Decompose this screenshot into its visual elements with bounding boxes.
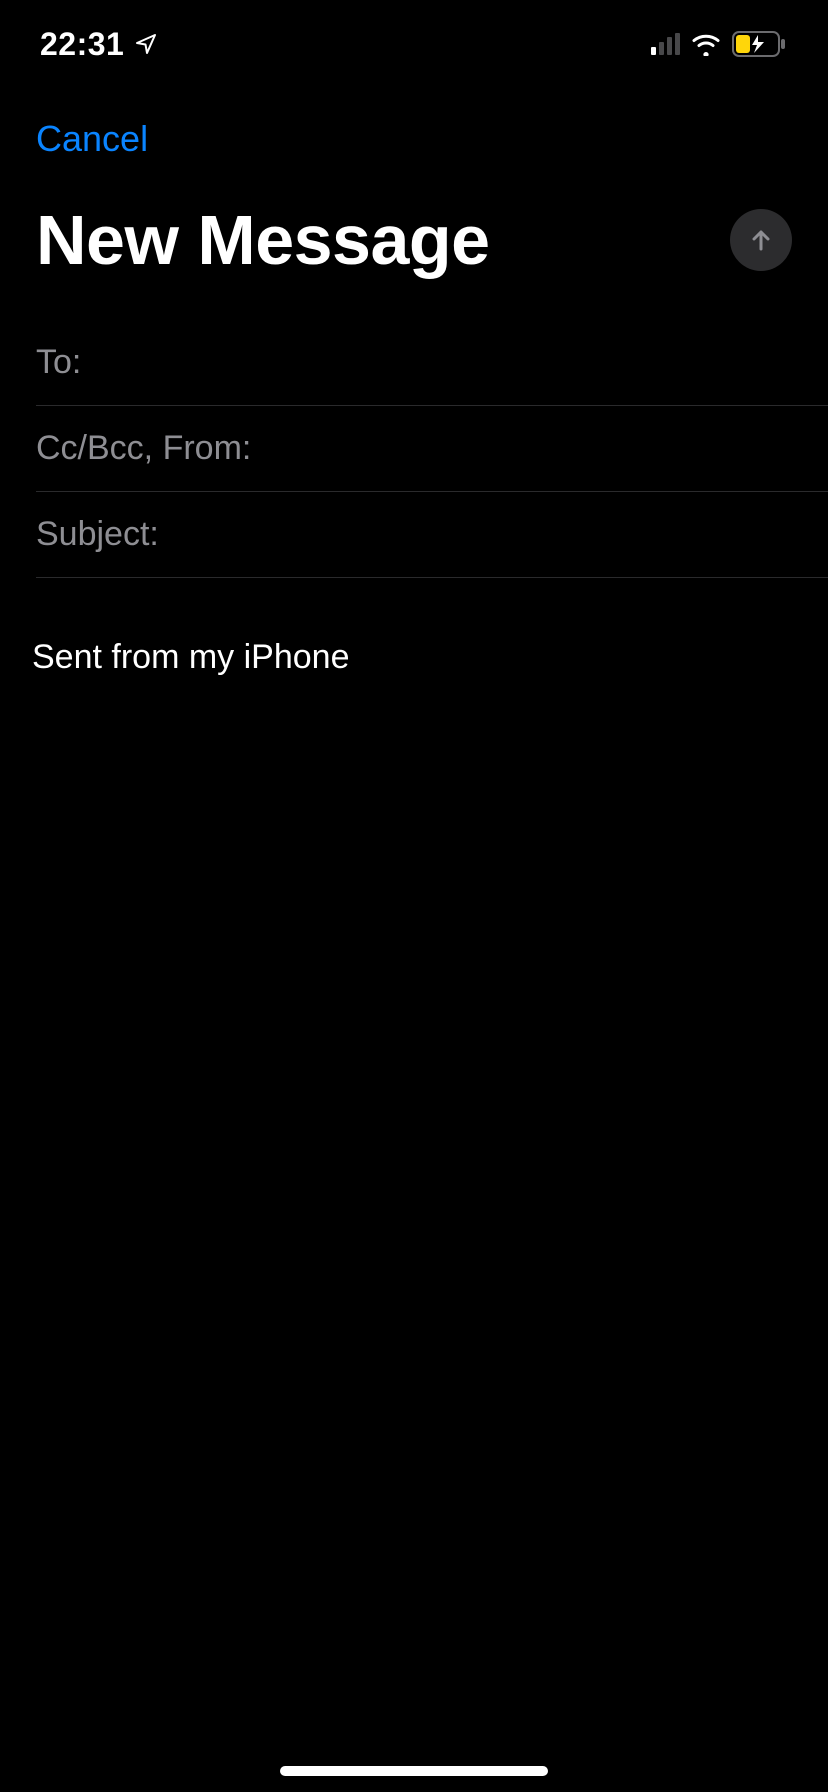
cc-bcc-from-field-row[interactable]: Cc/Bcc, From: xyxy=(36,406,828,492)
subject-label: Subject: xyxy=(36,515,159,554)
nav-bar: Cancel xyxy=(0,88,828,160)
cc-bcc-from-input[interactable] xyxy=(259,406,828,491)
location-icon xyxy=(134,32,158,56)
status-time: 22:31 xyxy=(40,26,124,63)
cellular-signal-icon xyxy=(651,33,680,55)
to-field-row[interactable]: To: xyxy=(36,320,828,406)
fields: To: Cc/Bcc, From: Subject: xyxy=(0,320,828,578)
battery-charging-icon xyxy=(732,31,788,57)
status-left: 22:31 xyxy=(40,26,158,63)
wifi-icon xyxy=(690,32,722,56)
page-title: New Message xyxy=(36,200,490,280)
home-indicator[interactable] xyxy=(280,1766,548,1776)
send-button[interactable] xyxy=(730,209,792,271)
message-body-area[interactable]: Sent from my iPhone xyxy=(0,578,828,677)
to-input[interactable] xyxy=(89,320,828,405)
status-bar: 22:31 xyxy=(0,0,828,88)
cc-bcc-from-label: Cc/Bcc, From: xyxy=(36,429,251,468)
subject-field-row[interactable]: Subject: xyxy=(36,492,828,578)
cancel-button[interactable]: Cancel xyxy=(36,118,148,160)
title-row: New Message xyxy=(0,160,828,320)
status-right xyxy=(651,31,788,57)
subject-input[interactable] xyxy=(167,492,828,577)
signature-text: Sent from my iPhone xyxy=(32,638,792,677)
arrow-up-icon xyxy=(746,225,776,255)
to-label: To: xyxy=(36,343,81,382)
